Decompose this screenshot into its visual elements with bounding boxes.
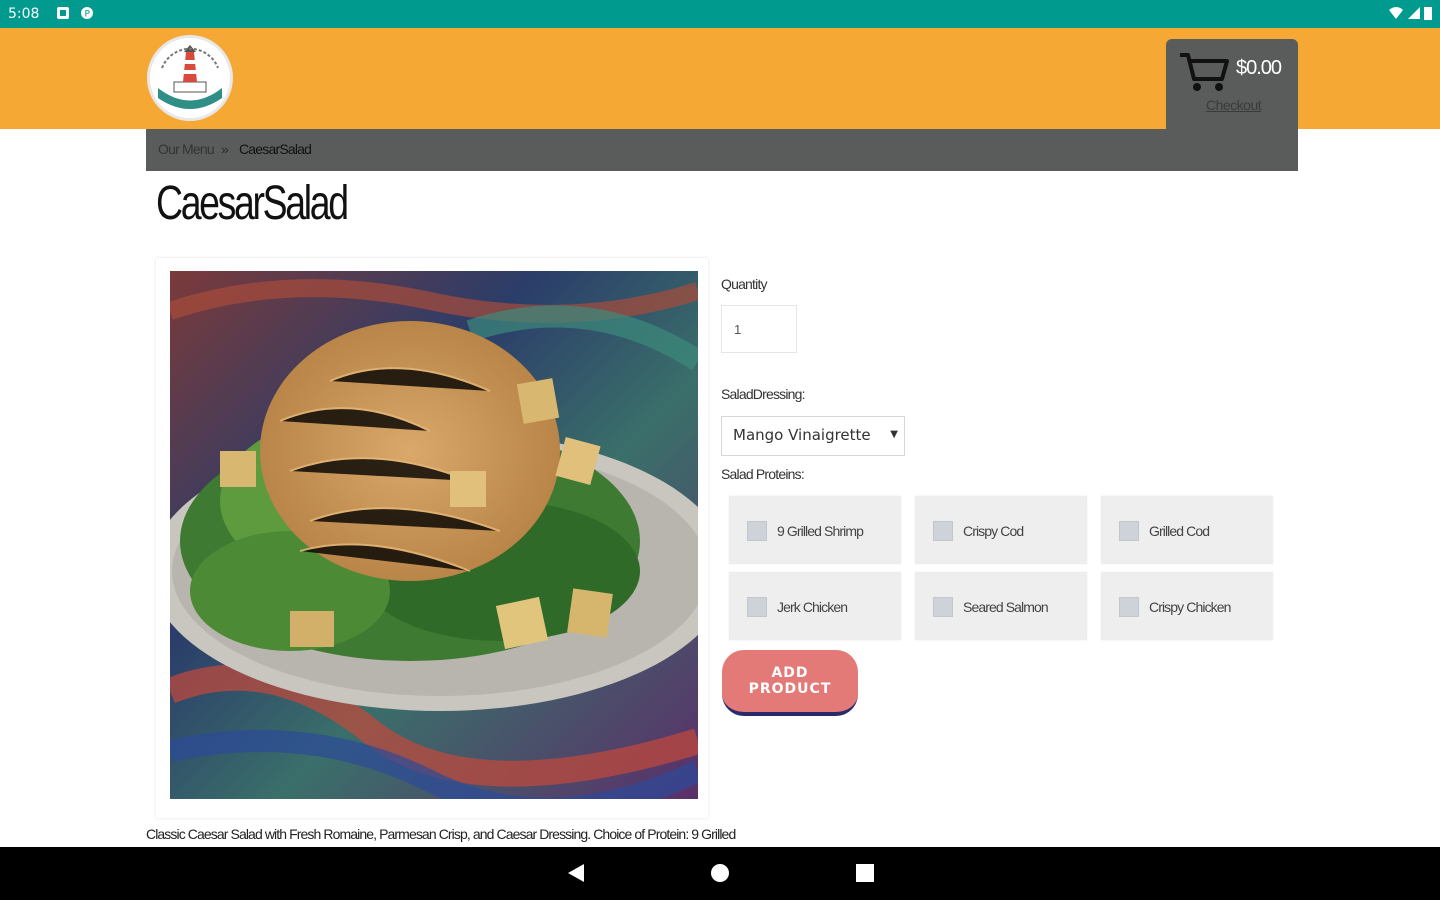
breadcrumb: Our Menu » CaesarSalad <box>146 129 1298 171</box>
home-icon[interactable] <box>710 862 730 884</box>
checkout-link[interactable]: Checkout <box>1206 97 1262 113</box>
product-image[interactable] <box>170 271 698 799</box>
salad-proteins-label: Salad Proteins: <box>721 466 805 482</box>
navigation-bar <box>0 847 1440 900</box>
protein-option-label: Crispy Chicken <box>1149 599 1231 615</box>
breadcrumb-our-menu[interactable]: Our Menu <box>158 141 215 157</box>
quantity-label: Quantity <box>721 276 768 292</box>
checkbox[interactable] <box>747 521 767 541</box>
quantity-input[interactable] <box>721 305 797 353</box>
battery-icon <box>1424 7 1432 20</box>
protein-option-label: Grilled Cod <box>1149 523 1210 539</box>
product-description: Classic Caesar Salad with Fresh Romaine,… <box>146 826 736 842</box>
notification-icon <box>57 7 69 19</box>
checkbox[interactable] <box>1119 597 1139 617</box>
svg-text:P: P <box>85 10 91 20</box>
status-bar: 5:08 P <box>0 0 1440 28</box>
recents-icon[interactable] <box>855 862 875 884</box>
protein-option[interactable]: 9 Grilled Shrimp <box>729 496 901 564</box>
salad-dressing-label: SaladDressing: <box>721 386 806 402</box>
wifi-icon <box>1389 7 1403 19</box>
protein-option-label: Jerk Chicken <box>777 599 848 615</box>
protein-option-label: 9 Grilled Shrimp <box>777 523 864 539</box>
cart-total: $0.00 <box>1236 57 1282 79</box>
checkbox[interactable] <box>1119 521 1139 541</box>
lighthouse-logo-icon <box>152 40 228 116</box>
salad-dressing-selected: Mango Vinaigrette <box>733 426 871 444</box>
shopping-cart-icon <box>1180 53 1229 91</box>
dropdown-caret-icon: ▼ <box>890 429 898 440</box>
protein-option[interactable]: Grilled Cod <box>1101 496 1273 564</box>
site-logo[interactable] <box>147 35 233 121</box>
app-notification-icon: P <box>81 7 93 20</box>
protein-option[interactable]: Seared Salmon <box>915 572 1087 640</box>
page-title: CaesarSalad <box>156 177 349 230</box>
protein-option[interactable]: Crispy Chicken <box>1101 572 1273 640</box>
checkbox[interactable] <box>933 521 953 541</box>
salad-dressing-select[interactable]: Mango Vinaigrette ▼ <box>721 416 905 456</box>
status-time: 5:08 <box>8 6 40 22</box>
protein-option[interactable]: Jerk Chicken <box>729 572 901 640</box>
product-image-frame <box>156 258 708 818</box>
protein-option[interactable]: Crispy Cod <box>915 496 1087 564</box>
signal-icon <box>1408 7 1420 19</box>
back-icon[interactable] <box>566 862 586 884</box>
breadcrumb-current: CaesarSalad <box>239 141 312 157</box>
protein-option-label: Seared Salmon <box>963 599 1049 615</box>
checkbox[interactable] <box>747 597 767 617</box>
protein-option-label: Crispy Cod <box>963 523 1024 539</box>
breadcrumb-separator: » <box>221 141 229 157</box>
checkbox[interactable] <box>933 597 953 617</box>
add-product-button[interactable]: ADD PRODUCT <box>722 650 858 716</box>
caesar-salad-photo <box>170 271 698 799</box>
